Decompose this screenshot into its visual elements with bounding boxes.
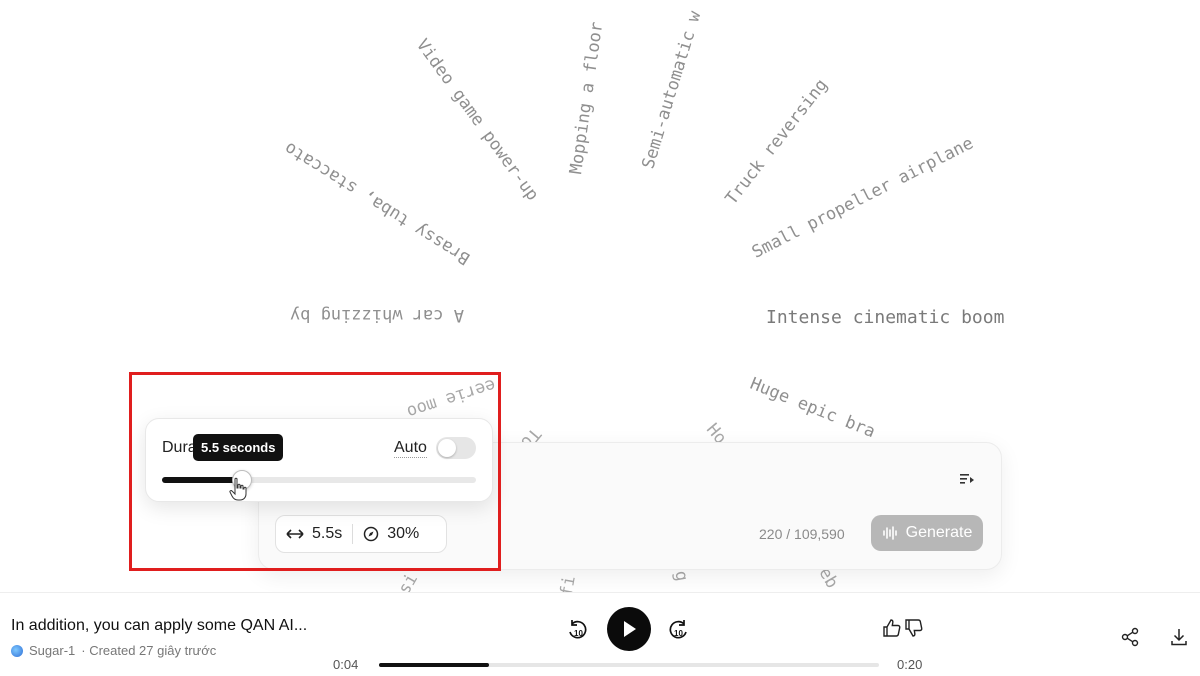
playback-progress[interactable]	[379, 663, 879, 667]
prompt-word[interactable]: Huge epic bra	[747, 374, 878, 442]
play-icon	[624, 621, 636, 637]
created-time: · Created 27 giây trước	[81, 643, 217, 658]
prompt-word[interactable]: Small propeller airplane	[749, 133, 977, 262]
model-name: Sugar-1	[29, 643, 76, 658]
player-bar: In addition, you can apply some QAN AI..…	[0, 592, 1200, 676]
share-icon[interactable]	[1120, 627, 1140, 647]
forward-label: 10	[674, 629, 683, 638]
generate-label: Generate	[905, 524, 973, 541]
character-counter: 220 / 109,590	[759, 526, 845, 542]
thumbs-down-icon[interactable]	[904, 618, 924, 638]
prompt-word[interactable]: Intense cinematic boom	[766, 307, 1004, 328]
prompt-word[interactable]: A car whizzing by	[290, 305, 464, 325]
rewind-label: 10	[574, 629, 583, 638]
highlight-box	[129, 372, 501, 571]
play-button[interactable]	[607, 607, 651, 651]
generate-button[interactable]: Generate	[871, 515, 983, 551]
track-meta: Sugar-1 · Created 27 giây trước	[11, 643, 216, 658]
download-icon[interactable]	[1169, 627, 1189, 647]
prompt-word[interactable]: Video game power-up	[412, 35, 542, 204]
total-time: 0:20	[897, 657, 923, 672]
waveform-icon	[882, 526, 897, 540]
current-time: 0:04	[333, 657, 359, 672]
prompt-word[interactable]: Mopping a floor	[566, 21, 607, 176]
prompt-word[interactable]: Semi-automatic w	[638, 9, 705, 171]
playback-progress-fill	[379, 663, 489, 667]
rewind-10-icon[interactable]: 10	[566, 619, 588, 641]
queue-icon[interactable]	[959, 471, 975, 487]
prompt-word[interactable]: Truck reversing	[722, 75, 832, 208]
prompt-word[interactable]: g	[670, 569, 691, 583]
track-title[interactable]: In addition, you can apply some QAN AI..…	[11, 617, 307, 635]
model-avatar	[11, 644, 23, 657]
forward-10-icon[interactable]: 10	[668, 619, 690, 641]
thumbs-up-icon[interactable]	[882, 618, 902, 638]
prompt-word[interactable]: Brassy tuba, staccato	[281, 138, 474, 269]
